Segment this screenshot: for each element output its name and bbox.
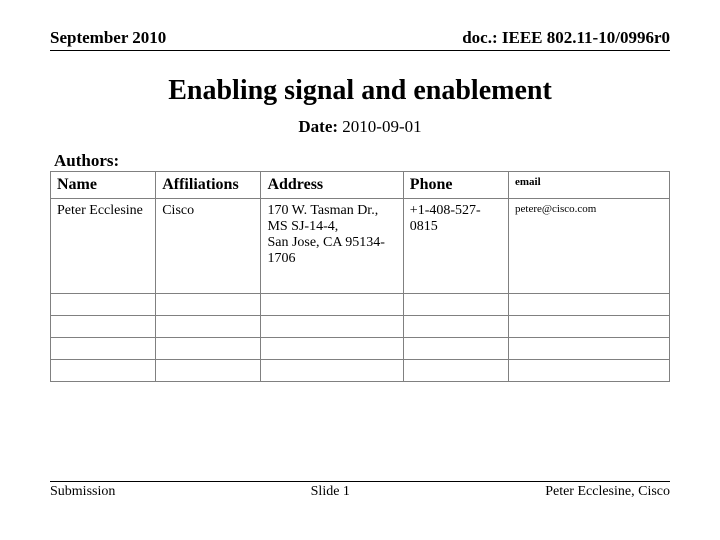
th-email: email [509, 172, 670, 199]
th-address: Address [261, 172, 403, 199]
cell-name: Peter Ecclesine [51, 199, 156, 294]
table-row [51, 316, 670, 338]
footer: Submission Slide 1 Peter Ecclesine, Cisc… [50, 481, 670, 500]
table-header-row: Name Affiliations Address Phone email [51, 172, 670, 199]
authors-label: Authors: [54, 151, 670, 171]
header-date: September 2010 [50, 28, 166, 48]
table-row [51, 360, 670, 382]
cell-phone: +1-408-527-0815 [403, 199, 508, 294]
page-title: Enabling signal and enablement [50, 75, 670, 107]
cell-email: petere@cisco.com [509, 199, 670, 294]
table-row [51, 338, 670, 360]
cell-address: 170 W. Tasman Dr., MS SJ-14-4, San Jose,… [261, 199, 403, 294]
header-doc-id: doc.: IEEE 802.11-10/0996r0 [462, 28, 670, 48]
date-label: Date: [298, 117, 338, 136]
header: September 2010 doc.: IEEE 802.11-10/0996… [50, 28, 670, 51]
footer-center: Slide 1 [311, 484, 350, 500]
th-name: Name [51, 172, 156, 199]
date-value: 2010-09-01 [342, 117, 421, 136]
footer-right: Peter Ecclesine, Cisco [545, 484, 670, 500]
table-row [51, 294, 670, 316]
th-phone: Phone [403, 172, 508, 199]
th-affiliations: Affiliations [156, 172, 261, 199]
table-row: Peter Ecclesine Cisco 170 W. Tasman Dr.,… [51, 199, 670, 294]
cell-affiliations: Cisco [156, 199, 261, 294]
date-line: Date: 2010-09-01 [50, 117, 670, 137]
footer-left: Submission [50, 484, 115, 500]
authors-table: Name Affiliations Address Phone email Pe… [50, 171, 670, 382]
